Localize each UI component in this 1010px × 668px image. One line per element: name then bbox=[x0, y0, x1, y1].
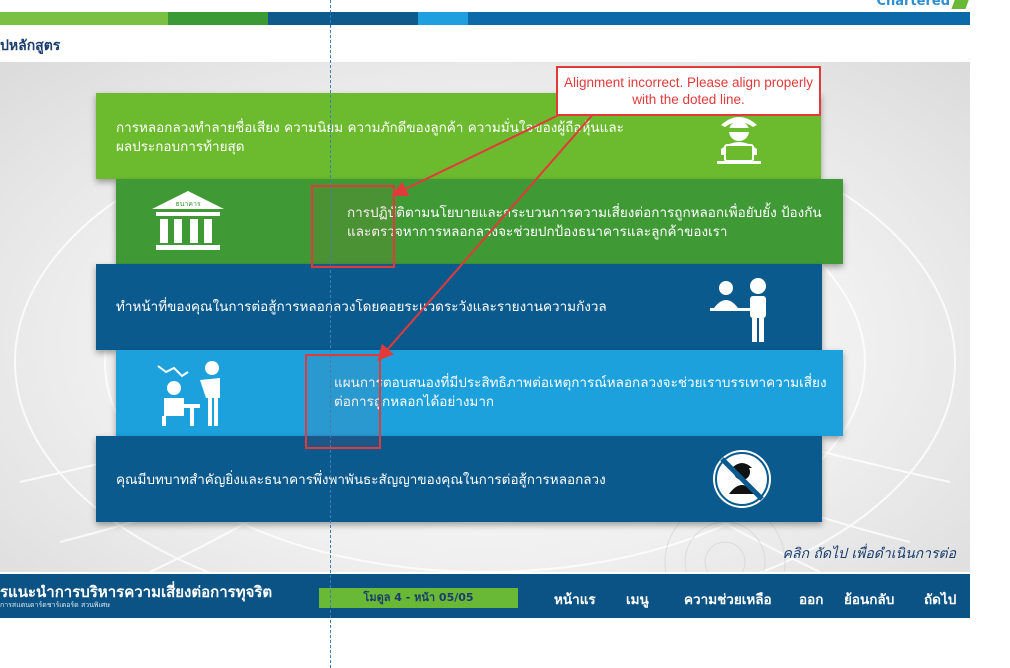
course-subtitle: การสแตนดาร์ดชาร์เตอร์ด สวนพิเศษ bbox=[0, 601, 110, 609]
color-seg bbox=[268, 12, 418, 25]
exit-button[interactable]: ออก bbox=[799, 588, 823, 610]
band-3-text: ทำหน้าที่ของคุณในการต่อสู้การหลอกลวงโดยค… bbox=[116, 299, 607, 315]
footer-bar: รแนะนำการบริหารความเสี่ยงต่อการทุจริต กา… bbox=[0, 574, 970, 618]
review-note: Alignment incorrect. Please align proper… bbox=[556, 66, 821, 116]
breadcrumb: ุปหลักสูตร bbox=[0, 38, 61, 54]
info-band-3: ทำหน้าที่ของคุณในการต่อสู้การหลอกลวงโดยค… bbox=[96, 264, 822, 350]
color-seg bbox=[168, 12, 268, 25]
page-indicator: โมดูล 4 - หน้า 05/05 bbox=[319, 588, 518, 608]
next-button[interactable]: ถัดไป bbox=[924, 588, 956, 610]
band-5-text: คุณมีบทบาทสำคัญยิ่งและธนาคารพึ่งพาพันธะส… bbox=[116, 472, 606, 488]
highlight-box-1 bbox=[311, 185, 395, 268]
band-1-text: การหลอกลวงทำลายชื่อเสียง ความนิยม ความภั… bbox=[116, 120, 624, 155]
presentation-meeting-icon bbox=[157, 361, 220, 426]
menu-button[interactable]: เมนู bbox=[626, 588, 649, 610]
highlight-box-2 bbox=[305, 354, 381, 449]
no-fraudster-icon bbox=[713, 450, 771, 508]
color-seg bbox=[418, 12, 468, 25]
info-band-2: ธนาคาร การปฏิบัติตามนโยบายและกระบวนการคว… bbox=[116, 179, 843, 264]
back-button[interactable]: ย้อนกลับ bbox=[844, 588, 894, 610]
band-4-text: แผนการตอบสนองที่มีประสิทธิภาพต่อเหตุการณ… bbox=[334, 375, 827, 410]
info-band-4: แผนการตอบสนองที่มีประสิทธิภาพต่อเหตุการณ… bbox=[116, 350, 843, 436]
customer-service-desk-icon bbox=[710, 278, 766, 342]
bank-icon-label: ธนาคาร bbox=[175, 200, 201, 208]
home-button[interactable]: หน้าแร bbox=[554, 588, 596, 610]
color-seg bbox=[0, 12, 168, 25]
top-color-bar bbox=[0, 12, 970, 25]
brand-name: Chartered bbox=[876, 0, 950, 9]
next-hint: คลิก ถัดไป เพื่อดำเนินการต่อ bbox=[782, 546, 956, 562]
bank-building-icon: ธนาคาร bbox=[152, 191, 224, 250]
band-2-text: การปฏิบัติตามนโยบายและกระบวนการความเสี่ย… bbox=[347, 205, 822, 240]
help-button[interactable]: ความช่วยเหลือ bbox=[684, 588, 772, 610]
info-band-5: คุณมีบทบาทสำคัญยิ่งและธนาคารพึ่งพาพันธะส… bbox=[96, 436, 822, 522]
brand-logo: Chartered bbox=[876, 0, 971, 9]
alignment-guide-line bbox=[330, 0, 331, 668]
content-stage: การหลอกลวงทำลายชื่อเสียง ความนิยม ความภั… bbox=[0, 62, 970, 572]
brand-mark-icon bbox=[951, 0, 971, 9]
color-seg bbox=[468, 12, 970, 25]
